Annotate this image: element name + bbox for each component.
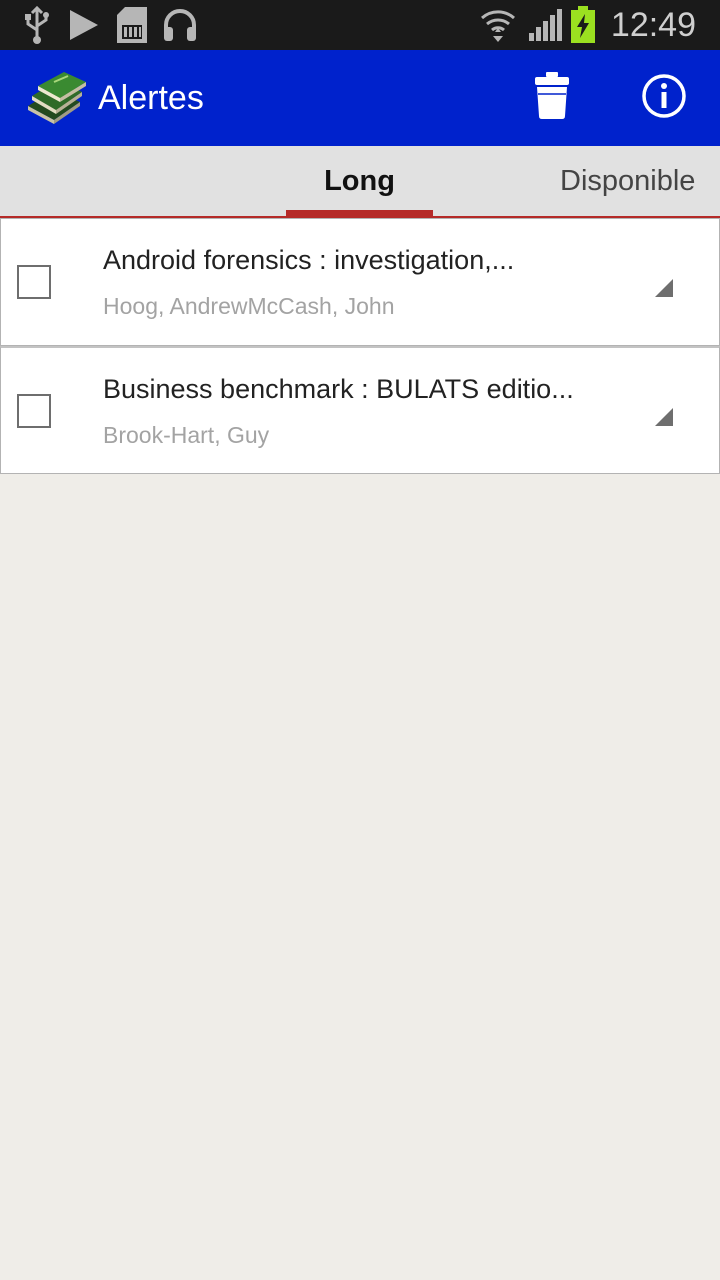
trash-icon <box>534 72 570 124</box>
item-author: Hoog, AndrewMcCash, John <box>103 293 395 319</box>
usb-icon <box>20 0 54 50</box>
play-store-icon <box>66 0 102 50</box>
action-bar: Alertes <box>0 50 720 146</box>
signal-icon <box>526 0 566 50</box>
alert-list: Android forensics : investigation,... Ho… <box>0 218 720 474</box>
tab-bar: Long Disponible <box>0 146 720 218</box>
app-title: Alertes <box>98 78 204 117</box>
delete-button[interactable] <box>507 50 597 146</box>
status-bar: 12:49 <box>0 0 720 50</box>
tab-selected-indicator <box>286 210 433 218</box>
battery-charging-icon <box>568 0 598 50</box>
corner-caret-icon[interactable] <box>655 408 673 426</box>
sd-card-icon <box>114 0 150 50</box>
tab-long[interactable]: Long <box>286 146 433 218</box>
clock: 12:49 <box>610 5 696 44</box>
info-button[interactable] <box>619 50 709 146</box>
wifi-icon <box>478 0 518 50</box>
headphones-icon <box>160 0 200 50</box>
list-item[interactable]: Android forensics : investigation,... Ho… <box>0 218 720 346</box>
tab-label: Disponible <box>560 164 696 197</box>
item-author: Brook-Hart, Guy <box>103 422 270 448</box>
item-title: Business benchmark : BULATS editio... <box>103 374 574 404</box>
app-books-icon[interactable] <box>24 68 88 128</box>
item-checkbox[interactable] <box>17 265 51 299</box>
tab-disponible[interactable]: Disponible <box>560 146 720 216</box>
corner-caret-icon[interactable] <box>655 279 673 297</box>
list-item[interactable]: Business benchmark : BULATS editio... Br… <box>0 346 720 474</box>
item-title: Android forensics : investigation,... <box>103 245 515 275</box>
tab-label: Long <box>324 164 395 197</box>
item-checkbox[interactable] <box>17 394 51 428</box>
info-icon <box>641 73 687 123</box>
